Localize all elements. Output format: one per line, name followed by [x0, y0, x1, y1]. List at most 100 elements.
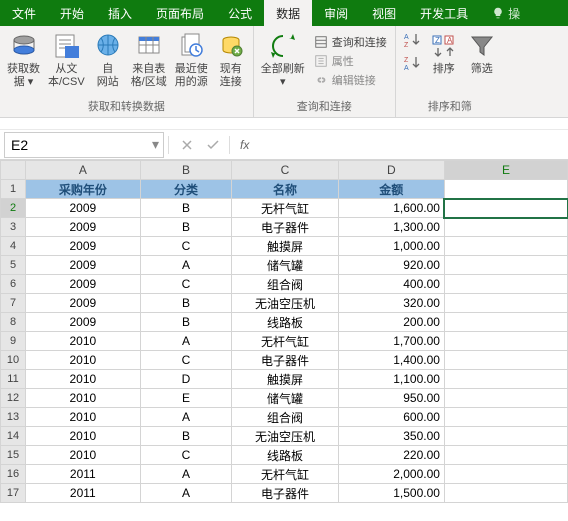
cell[interactable]: 2010 [26, 408, 141, 427]
cell[interactable] [444, 237, 567, 256]
edit-links-button[interactable]: 编辑链接 [310, 71, 391, 89]
row-header[interactable]: 12 [1, 389, 26, 408]
cell[interactable]: A [140, 408, 232, 427]
cell[interactable]: 1,300.00 [338, 218, 444, 237]
cell[interactable] [444, 389, 567, 408]
cell[interactable]: 2010 [26, 427, 141, 446]
recent-sources-button[interactable]: 最近使用的源 [172, 29, 211, 91]
column-header-A[interactable]: A [26, 161, 141, 180]
tab-insert[interactable]: 插入 [96, 0, 144, 26]
cell[interactable]: B [140, 199, 232, 218]
cell[interactable]: 储气罐 [232, 256, 338, 275]
column-header-E[interactable]: E [444, 161, 567, 180]
cell[interactable]: 350.00 [338, 427, 444, 446]
header-cell[interactable]: 金额 [338, 180, 444, 199]
refresh-all-button[interactable]: 全部刷新▾ [258, 29, 308, 91]
tab-view[interactable]: 视图 [360, 0, 408, 26]
cancel-formula-button[interactable] [177, 135, 197, 155]
cell[interactable]: B [140, 218, 232, 237]
properties-button[interactable]: 属性 [310, 52, 391, 70]
tab-developer[interactable]: 开发工具 [408, 0, 480, 26]
cell[interactable]: 线路板 [232, 446, 338, 465]
cell[interactable]: C [140, 275, 232, 294]
cell[interactable]: 2011 [26, 484, 141, 503]
row-header[interactable]: 13 [1, 408, 26, 427]
row-header[interactable]: 10 [1, 351, 26, 370]
cell[interactable] [444, 275, 567, 294]
cell[interactable]: 1,700.00 [338, 332, 444, 351]
cell[interactable]: 2010 [26, 389, 141, 408]
cell[interactable]: C [140, 351, 232, 370]
cell[interactable] [444, 180, 567, 199]
name-box-input[interactable] [11, 137, 157, 153]
from-web-button[interactable]: 自网站 [90, 29, 126, 91]
cell[interactable]: 2009 [26, 294, 141, 313]
sort-desc-button[interactable]: ZA [402, 54, 422, 75]
cell[interactable]: 320.00 [338, 294, 444, 313]
chevron-down-icon[interactable]: ▾ [152, 136, 159, 153]
row-header[interactable]: 11 [1, 370, 26, 389]
cell[interactable] [444, 427, 567, 446]
cell[interactable]: 电子器件 [232, 484, 338, 503]
cell[interactable]: A [140, 484, 232, 503]
row-header[interactable]: 3 [1, 218, 26, 237]
cell[interactable]: B [140, 427, 232, 446]
get-data-button[interactable]: 获取数据 ▾ [4, 29, 43, 91]
queries-connections-button[interactable]: 查询和连接 [310, 33, 391, 51]
cell[interactable]: 1,500.00 [338, 484, 444, 503]
cell[interactable]: 组合阀 [232, 275, 338, 294]
cell[interactable] [444, 370, 567, 389]
cell[interactable] [444, 408, 567, 427]
cell[interactable] [444, 218, 567, 237]
cell[interactable]: 2010 [26, 446, 141, 465]
cell[interactable] [444, 351, 567, 370]
cell[interactable]: 2009 [26, 237, 141, 256]
cell[interactable]: 1,100.00 [338, 370, 444, 389]
cell[interactable]: D [140, 370, 232, 389]
fx-label[interactable]: fx [240, 138, 249, 152]
header-cell[interactable]: 分类 [140, 180, 232, 199]
cell[interactable]: A [140, 256, 232, 275]
column-header-B[interactable]: B [140, 161, 232, 180]
header-cell[interactable]: 名称 [232, 180, 338, 199]
tab-review[interactable]: 审阅 [312, 0, 360, 26]
cell[interactable]: 950.00 [338, 389, 444, 408]
filter-button[interactable]: 筛选 [464, 29, 500, 78]
header-cell[interactable]: 采购年份 [26, 180, 141, 199]
sort-button[interactable]: ZA 排序 [426, 29, 462, 78]
sort-asc-button[interactable]: AZ [402, 31, 422, 52]
cell[interactable]: 无油空压机 [232, 294, 338, 313]
cell[interactable]: 组合阀 [232, 408, 338, 427]
cell[interactable]: 1,000.00 [338, 237, 444, 256]
tab-tell-me[interactable]: 操 [480, 0, 532, 26]
tab-home[interactable]: 开始 [48, 0, 96, 26]
cell[interactable]: 400.00 [338, 275, 444, 294]
cell[interactable]: 无杆气缸 [232, 465, 338, 484]
cell[interactable]: C [140, 446, 232, 465]
cell[interactable]: 无油空压机 [232, 427, 338, 446]
row-header[interactable]: 7 [1, 294, 26, 313]
cell[interactable]: 2011 [26, 465, 141, 484]
row-header[interactable]: 14 [1, 427, 26, 446]
column-header-C[interactable]: C [232, 161, 338, 180]
cell[interactable]: B [140, 294, 232, 313]
cell[interactable]: 2010 [26, 351, 141, 370]
cell[interactable] [444, 313, 567, 332]
row-header[interactable]: 2 [1, 199, 26, 218]
cell[interactable]: C [140, 237, 232, 256]
column-header-D[interactable]: D [338, 161, 444, 180]
cell[interactable]: 触摸屏 [232, 370, 338, 389]
cell[interactable] [444, 465, 567, 484]
cell[interactable]: 2009 [26, 218, 141, 237]
row-header[interactable]: 15 [1, 446, 26, 465]
cell[interactable]: 600.00 [338, 408, 444, 427]
cell[interactable] [444, 199, 567, 218]
cell[interactable]: 200.00 [338, 313, 444, 332]
cell[interactable]: 无杆气缸 [232, 199, 338, 218]
cell[interactable]: 2009 [26, 256, 141, 275]
cell[interactable]: 2,000.00 [338, 465, 444, 484]
cell[interactable]: 2010 [26, 332, 141, 351]
select-all-corner[interactable] [1, 161, 26, 180]
cell[interactable] [444, 332, 567, 351]
row-header[interactable]: 6 [1, 275, 26, 294]
